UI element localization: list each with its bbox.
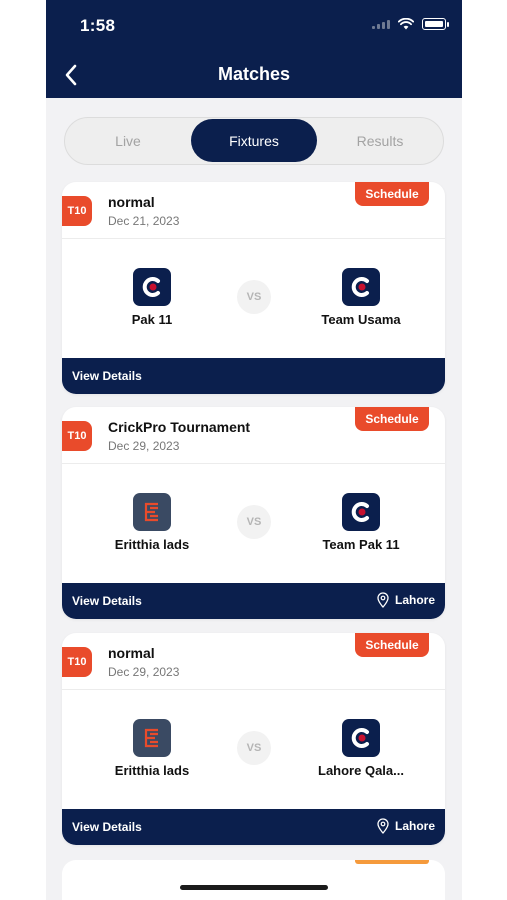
tab-fixtures[interactable]: Fixtures xyxy=(191,119,317,162)
vs-label: VS xyxy=(237,280,271,314)
home-indicator[interactable] xyxy=(180,885,328,890)
team-name: Pak 11 xyxy=(131,312,173,327)
match-tabs: Live Fixtures Results xyxy=(64,117,444,165)
team-name: Eritthia lads xyxy=(114,537,190,552)
view-details-link[interactable]: View Details xyxy=(72,594,142,608)
tab-live[interactable]: Live xyxy=(65,118,191,163)
team-one: Eritthia lads xyxy=(82,493,222,552)
status-badge: Schedule xyxy=(355,182,429,206)
app-screen: 1:58 Matches Live Fixtures Results T10 n… xyxy=(46,0,462,900)
page-title: Matches xyxy=(217,64,291,84)
location: Lahore xyxy=(377,592,435,608)
team-two: Team Pak 11 xyxy=(291,493,431,552)
divider xyxy=(62,689,445,690)
vs-label: VS xyxy=(237,731,271,765)
format-badge: T10 xyxy=(62,421,92,451)
location-pin-icon xyxy=(377,592,389,608)
match-date: Dec 29, 2023 xyxy=(108,665,180,679)
status-badge: Schedule xyxy=(355,407,429,431)
location: Lahore xyxy=(377,818,435,834)
header-bar: 1:58 Matches xyxy=(46,0,462,98)
letter-e-logo-icon xyxy=(133,719,171,757)
wifi-icon xyxy=(398,18,414,30)
divider xyxy=(62,238,445,239)
card-footer: View Details xyxy=(62,358,445,394)
divider xyxy=(62,463,445,464)
team-two: Lahore Qala... xyxy=(291,719,431,778)
format-badge: T10 xyxy=(62,196,92,226)
match-card[interactable]: T10 normal Dec 29, 2023 Schedule Eritthi… xyxy=(62,633,445,845)
team-name: Team Pak 11 xyxy=(322,537,400,552)
letter-e-logo-icon xyxy=(133,493,171,531)
team-two: Team Usama xyxy=(291,268,431,327)
cricket-ball-logo-icon xyxy=(342,719,380,757)
match-card[interactable]: T10 normal Dec 21, 2023 Schedule Pak 11 … xyxy=(62,182,445,394)
status-time: 1:58 xyxy=(80,16,116,35)
format-badge: T10 xyxy=(62,647,92,677)
team-one: Eritthia lads xyxy=(82,719,222,778)
cricket-ball-logo-icon xyxy=(342,493,380,531)
match-card-partial[interactable] xyxy=(62,860,445,900)
card-footer: View Details Lahore xyxy=(62,809,445,845)
team-name: Team Usama xyxy=(321,312,401,327)
team-name: Eritthia lads xyxy=(114,763,190,778)
location-label: Lahore xyxy=(394,819,435,833)
status-badge-partial xyxy=(355,860,429,864)
match-name: normal xyxy=(108,645,155,661)
status-badge: Schedule xyxy=(355,633,429,657)
status-icons xyxy=(372,18,449,30)
tab-results[interactable]: Results xyxy=(317,118,443,163)
match-date: Dec 21, 2023 xyxy=(108,214,180,228)
vs-label: VS xyxy=(237,505,271,539)
match-name: CrickPro Tournament xyxy=(108,419,251,435)
team-one: Pak 11 xyxy=(82,268,222,327)
location-pin-icon xyxy=(377,818,389,834)
match-name: normal xyxy=(108,194,155,210)
cricket-ball-logo-icon xyxy=(133,268,171,306)
cricket-ball-logo-icon xyxy=(342,268,380,306)
view-details-link[interactable]: View Details xyxy=(72,820,142,834)
cellular-signal-icon xyxy=(372,19,390,29)
card-footer: View Details Lahore xyxy=(62,583,445,619)
team-name: Lahore Qala... xyxy=(318,763,404,778)
location-label: Lahore xyxy=(394,593,435,607)
view-details-link[interactable]: View Details xyxy=(72,369,142,383)
match-card[interactable]: T10 CrickPro Tournament Dec 29, 2023 Sch… xyxy=(62,407,445,619)
match-date: Dec 29, 2023 xyxy=(108,439,180,453)
battery-icon xyxy=(422,18,449,30)
